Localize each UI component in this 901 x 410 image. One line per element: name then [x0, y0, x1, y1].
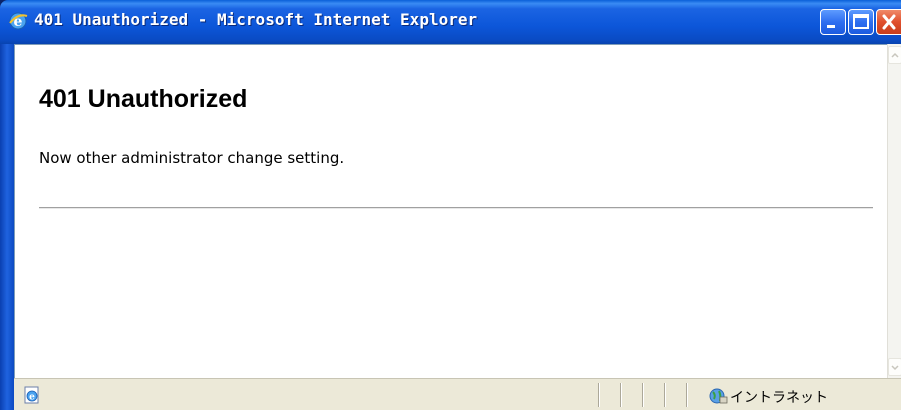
minimize-icon	[827, 25, 835, 28]
svg-text:e: e	[29, 393, 35, 403]
status-bar: e イントラネット	[14, 378, 901, 410]
window-title: 401 Unauthorized - Microsoft Internet Ex…	[34, 10, 478, 29]
status-separator	[642, 383, 644, 407]
maximize-button[interactable]	[848, 9, 874, 35]
scroll-up-button[interactable]	[888, 46, 901, 64]
intranet-globe-icon	[709, 388, 728, 404]
window-frame-left	[0, 44, 14, 410]
status-separator	[664, 383, 666, 407]
ie-page-icon: e	[24, 386, 39, 404]
title-bar[interactable]: e 401 Unauthorized - Microsoft Internet …	[0, 0, 901, 44]
close-button[interactable]	[876, 9, 901, 35]
browser-window: e 401 Unauthorized - Microsoft Internet …	[0, 0, 901, 410]
page-message: Now other administrator change setting.	[39, 149, 345, 167]
vertical-scrollbar[interactable]	[887, 44, 901, 378]
maximize-icon	[853, 14, 869, 29]
status-separator	[686, 383, 688, 407]
page-title: 401 Unauthorized	[39, 85, 248, 113]
status-separator	[620, 383, 622, 407]
chevron-down-icon	[891, 365, 899, 371]
scroll-down-button[interactable]	[888, 358, 901, 376]
ie-icon: e	[9, 12, 28, 30]
chevron-up-icon	[891, 52, 899, 58]
page-content: 401 Unauthorized Now other administrator…	[14, 44, 887, 378]
zone-label: イントラネット	[730, 390, 828, 406]
status-separator	[598, 383, 600, 407]
close-icon	[882, 14, 896, 30]
minimize-button[interactable]	[820, 9, 846, 35]
page-divider	[39, 207, 873, 209]
